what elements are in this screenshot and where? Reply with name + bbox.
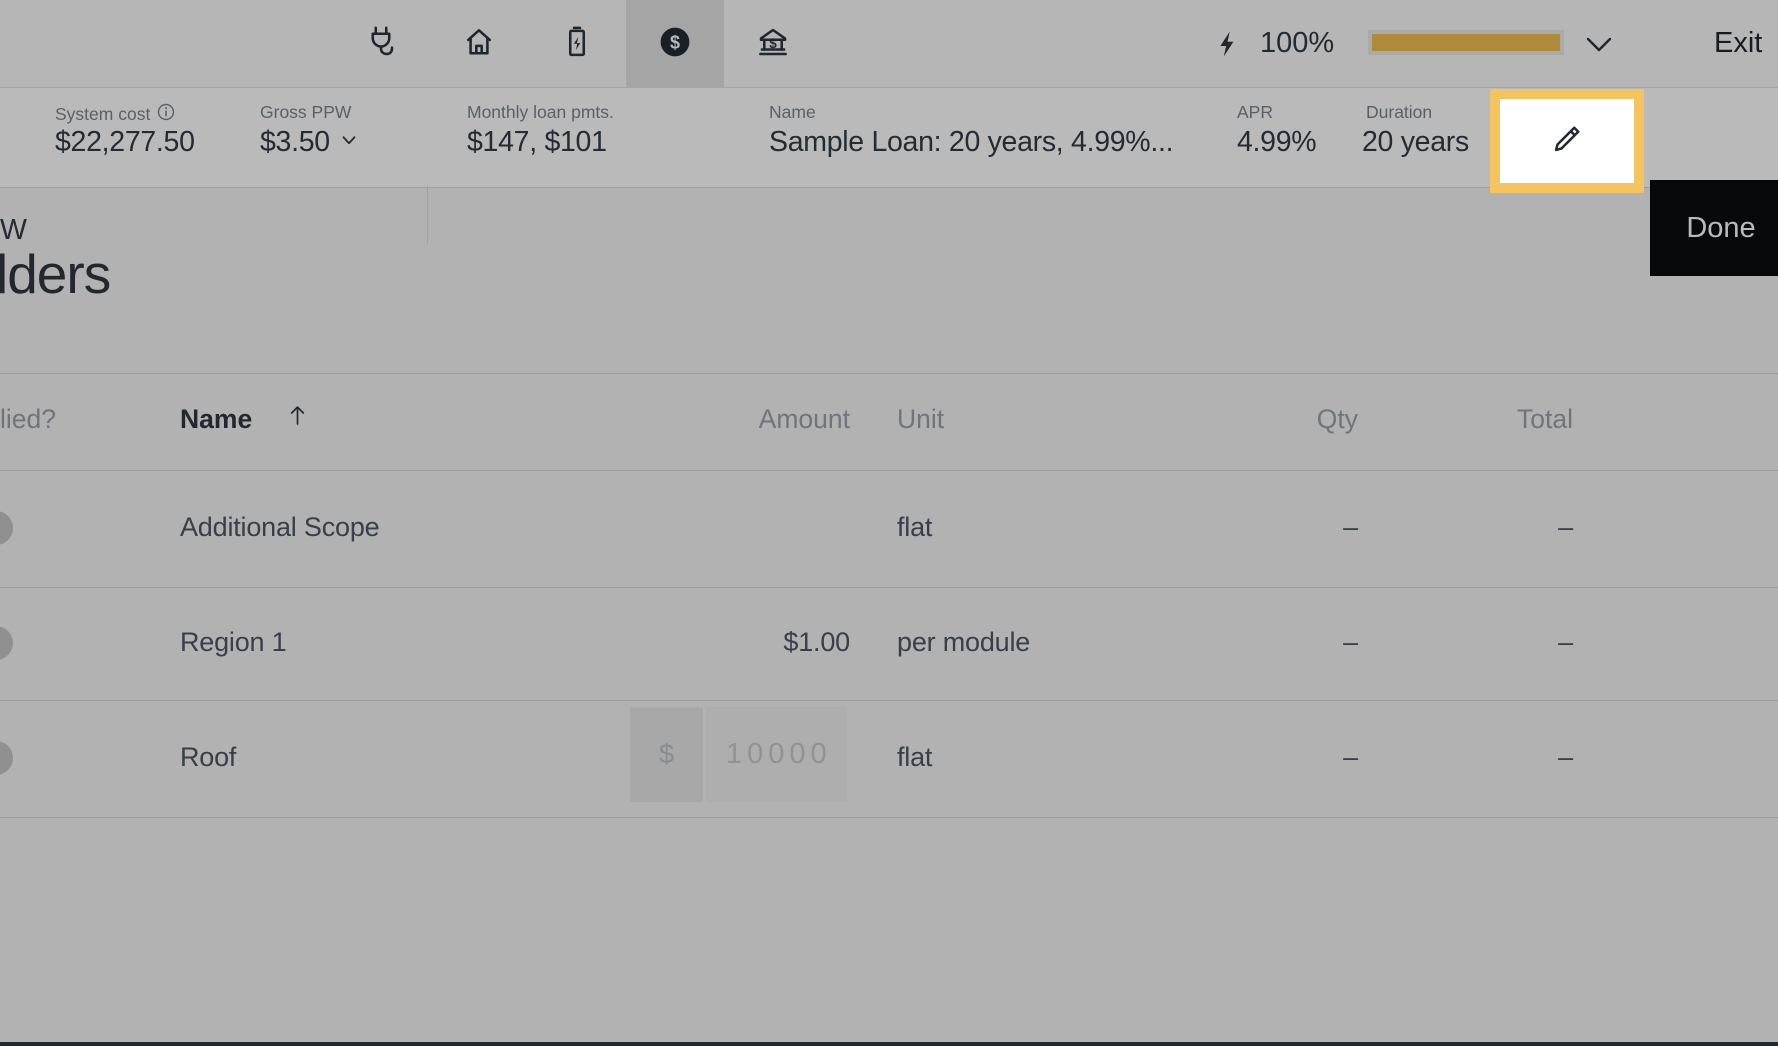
adder-unit: per module bbox=[897, 627, 1031, 657]
adder-name: Additional Scope bbox=[180, 512, 380, 542]
adder-qty: – bbox=[1343, 512, 1358, 542]
design-mode-tabs: $ $ bbox=[332, 0, 822, 88]
pencil-icon bbox=[1548, 120, 1586, 163]
done-button[interactable]: Done bbox=[1650, 180, 1778, 276]
adder-name: Roof bbox=[180, 742, 237, 772]
offset-progress-bar bbox=[1368, 30, 1564, 55]
top-toolbar: $ $ 100% Exit bbox=[0, 0, 1778, 88]
applied-toggle[interactable] bbox=[0, 741, 13, 775]
toolbar-tab-home[interactable] bbox=[430, 0, 528, 88]
partial-stat-value: W bbox=[0, 214, 27, 246]
page-title: lders bbox=[0, 243, 111, 305]
adder-unit: flat bbox=[897, 512, 933, 542]
adder-amount: $1.00 bbox=[783, 627, 850, 657]
adder-qty: – bbox=[1343, 742, 1358, 772]
bank-icon: $ bbox=[755, 24, 791, 65]
applied-toggle[interactable] bbox=[0, 511, 13, 545]
apr-value: 4.99% bbox=[1237, 126, 1317, 158]
adder-total: – bbox=[1558, 742, 1573, 772]
adder-unit: flat bbox=[897, 742, 933, 772]
bottom-bar bbox=[0, 1042, 1778, 1046]
svg-text:$: $ bbox=[769, 36, 777, 51]
column-header-unit: Unit bbox=[897, 404, 945, 434]
plug-icon bbox=[363, 24, 399, 65]
stats-divider bbox=[427, 186, 428, 244]
adder-qty: – bbox=[1343, 627, 1358, 657]
edit-loan-button[interactable] bbox=[1490, 89, 1644, 193]
gross-ppw-label: Gross PPW bbox=[260, 102, 352, 122]
offset-bolt-icon bbox=[1213, 26, 1243, 62]
loan-name-label: Name bbox=[769, 102, 816, 122]
offset-progress-fill bbox=[1372, 34, 1560, 51]
offset-percentage: 100% bbox=[1260, 27, 1335, 59]
home-icon bbox=[461, 24, 497, 65]
column-header-applied: lied? bbox=[0, 404, 56, 434]
adder-total: – bbox=[1558, 512, 1573, 542]
chevron-down-icon[interactable] bbox=[338, 126, 360, 159]
battery-icon bbox=[559, 24, 595, 65]
loan-name-value: Sample Loan: 20 years, 4.99%... bbox=[769, 126, 1174, 158]
duration-value: 20 years bbox=[1362, 126, 1469, 158]
app-window: $ $ 100% Exit W System cost $22,277.50 G… bbox=[0, 0, 1778, 1046]
table-top-border bbox=[0, 373, 1778, 374]
toolbar-tab-pricing[interactable]: $ bbox=[626, 0, 724, 88]
applied-toggle[interactable] bbox=[0, 626, 13, 660]
row-divider bbox=[0, 817, 1778, 818]
monthly-loan-value: $147, $101 bbox=[467, 126, 607, 158]
apr-label: APR bbox=[1237, 102, 1273, 122]
duration-label: Duration bbox=[1366, 102, 1433, 122]
amount-input[interactable] bbox=[706, 707, 847, 802]
toolbar-tab-battery[interactable] bbox=[528, 0, 626, 88]
chevron-down-icon[interactable] bbox=[1584, 32, 1614, 56]
toolbar-tab-financing[interactable]: $ bbox=[724, 0, 822, 88]
row-divider bbox=[0, 700, 1778, 701]
column-header-qty: Qty bbox=[1316, 404, 1358, 434]
info-icon[interactable] bbox=[156, 102, 176, 127]
sort-ascending-icon[interactable] bbox=[284, 400, 311, 437]
gross-ppw-value: $3.50 bbox=[260, 126, 330, 158]
adder-name: Region 1 bbox=[180, 627, 287, 657]
system-cost-value: $22,277.50 bbox=[55, 126, 195, 158]
adder-total: – bbox=[1558, 627, 1573, 657]
dollar-circle-icon: $ bbox=[657, 24, 693, 65]
exit-button[interactable]: Exit bbox=[1714, 27, 1762, 60]
column-header-total: Total bbox=[1517, 404, 1573, 434]
column-header-amount: Amount bbox=[758, 404, 850, 434]
row-divider bbox=[0, 587, 1778, 588]
row-divider bbox=[0, 470, 1778, 471]
monthly-loan-label: Monthly loan pmts. bbox=[467, 102, 614, 122]
system-cost-label: System cost bbox=[55, 104, 151, 124]
column-header-name[interactable]: Name bbox=[180, 404, 252, 435]
toolbar-tab-plug[interactable] bbox=[332, 0, 430, 88]
amount-currency-prefix: $ bbox=[630, 707, 703, 802]
svg-text:$: $ bbox=[670, 32, 680, 52]
